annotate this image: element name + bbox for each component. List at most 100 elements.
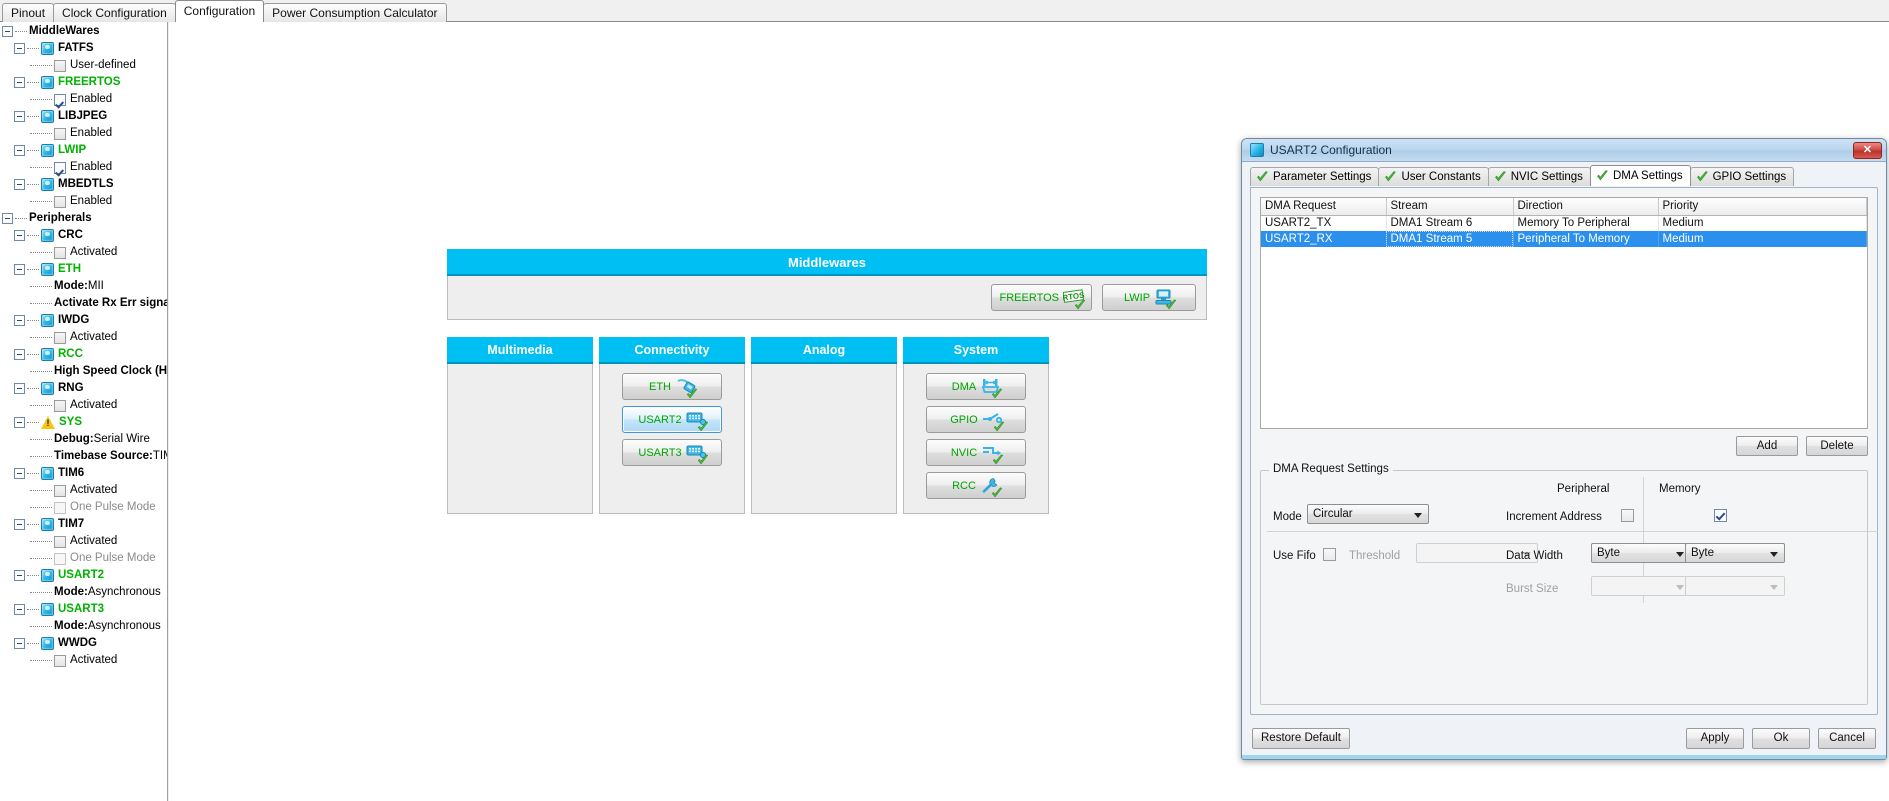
- table-cell[interactable]: DMA1 Stream 5: [1386, 231, 1514, 247]
- main-tab-configuration[interactable]: Configuration: [174, 0, 265, 22]
- tree-node[interactable]: FREERTOS: [0, 74, 167, 91]
- collapse-icon[interactable]: [2, 213, 13, 224]
- peripheral-button-nvic[interactable]: NVIC: [926, 439, 1026, 466]
- tree-node[interactable]: One Pulse Mode: [0, 499, 167, 516]
- burst-size-peripheral-select[interactable]: [1591, 576, 1691, 596]
- configuration-tree-panel[interactable]: MiddleWares FATFS User-defined FREERTOS Enab…: [0, 22, 168, 801]
- tree-node[interactable]: IWDG: [0, 312, 167, 329]
- tree-node[interactable]: Mode:Asynchronous: [0, 584, 167, 601]
- tree-node[interactable]: Enabled: [0, 193, 167, 210]
- collapse-icon[interactable]: [14, 264, 25, 275]
- main-tab-clock-configuration[interactable]: Clock Configuration: [53, 3, 176, 22]
- dma-request-table[interactable]: DMA Request Stream Direction Priority USART…: [1261, 198, 1867, 247]
- tree-node[interactable]: Enabled: [0, 91, 167, 108]
- tree-node[interactable]: Mode:Asynchronous: [0, 618, 167, 635]
- table-cell[interactable]: USART2_RX: [1261, 231, 1387, 247]
- dma-request-table-wrapper[interactable]: DMA Request Stream Direction Priority USART…: [1260, 197, 1868, 429]
- tree-node[interactable]: Activated: [0, 533, 167, 550]
- tree-node[interactable]: Activated: [0, 482, 167, 499]
- tree-node[interactable]: Activated: [0, 652, 167, 669]
- tree-checkbox[interactable]: [54, 93, 66, 106]
- tree-node[interactable]: Enabled: [0, 125, 167, 142]
- table-column-header[interactable]: Direction: [1513, 198, 1659, 216]
- tree-node[interactable]: MiddleWares: [0, 23, 167, 40]
- tree-node[interactable]: Activated: [0, 244, 167, 261]
- tree-checkbox[interactable]: [54, 535, 66, 548]
- data-width-peripheral-select[interactable]: Byte: [1591, 543, 1691, 563]
- dialog-tab-user-constants[interactable]: User Constants: [1378, 167, 1489, 186]
- tree-node[interactable]: CRC: [0, 227, 167, 244]
- middleware-button-lwip[interactable]: LWIP: [1102, 284, 1196, 311]
- use-fifo-checkbox[interactable]: [1323, 548, 1336, 561]
- table-row[interactable]: USART2_TX DMA1 Stream 6 Memory To Peripher…: [1261, 215, 1867, 231]
- tree-checkbox[interactable]: [54, 501, 66, 514]
- collapse-icon[interactable]: [14, 315, 25, 326]
- tree-node[interactable]: LWIP: [0, 142, 167, 159]
- peripheral-button-rcc[interactable]: RCC: [926, 472, 1026, 499]
- table-body[interactable]: USART2_TX DMA1 Stream 6 Memory To Peripher…: [1261, 215, 1867, 247]
- data-width-memory-select[interactable]: Byte: [1685, 543, 1785, 563]
- tree-node[interactable]: Activated: [0, 329, 167, 346]
- tree-node[interactable]: Timebase Source:TIM1: [0, 448, 167, 465]
- tree-node[interactable]: WWDG: [0, 635, 167, 652]
- collapse-icon[interactable]: [14, 111, 25, 122]
- table-column-header[interactable]: DMA Request: [1261, 198, 1387, 216]
- collapse-icon[interactable]: [14, 349, 25, 360]
- delete-button[interactable]: Delete: [1806, 436, 1868, 456]
- table-cell[interactable]: Memory To Peripheral: [1513, 215, 1659, 231]
- dialog-tab-nvic-settings[interactable]: NVIC Settings: [1487, 167, 1591, 186]
- table-row[interactable]: USART2_RX DMA1 Stream 5 Peripheral To Memo…: [1261, 231, 1867, 247]
- peripheral-button-usart2[interactable]: USART2: [622, 406, 722, 433]
- middleware-button-freertos[interactable]: FREERTOS RTOS: [990, 284, 1092, 311]
- collapse-icon[interactable]: [14, 604, 25, 615]
- tree-node[interactable]: FATFS: [0, 40, 167, 57]
- tree-node[interactable]: Activate Rx Err signal: Se: [0, 295, 167, 312]
- collapse-icon[interactable]: [14, 519, 25, 530]
- collapse-icon[interactable]: [14, 383, 25, 394]
- tree-node[interactable]: TIM6: [0, 465, 167, 482]
- tree-checkbox[interactable]: [54, 246, 66, 259]
- tree-node[interactable]: High Speed Clock (HSE):C: [0, 363, 167, 380]
- mode-select[interactable]: Circular: [1307, 504, 1429, 524]
- tree-checkbox[interactable]: [54, 654, 66, 667]
- dialog-tab-parameter-settings[interactable]: Parameter Settings: [1250, 167, 1380, 186]
- collapse-icon[interactable]: [14, 638, 25, 649]
- tree-checkbox[interactable]: [54, 195, 66, 208]
- main-tab-pinout[interactable]: Pinout: [2, 3, 55, 22]
- collapse-icon[interactable]: [14, 145, 25, 156]
- collapse-icon[interactable]: [14, 570, 25, 581]
- close-icon[interactable]: ✕: [1853, 142, 1882, 159]
- table-cell[interactable]: Peripheral To Memory: [1513, 231, 1659, 247]
- increment-address-peripheral-checkbox[interactable]: [1621, 509, 1634, 522]
- table-cell[interactable]: Medium: [1658, 231, 1867, 247]
- restore-default-button[interactable]: Restore Default: [1252, 728, 1350, 749]
- table-cell[interactable]: DMA1 Stream 6: [1386, 215, 1514, 231]
- tree-checkbox[interactable]: [54, 161, 66, 174]
- tree-node[interactable]: Mode:MII: [0, 278, 167, 295]
- peripheral-button-eth[interactable]: ETH: [622, 373, 722, 400]
- collapse-icon[interactable]: [14, 417, 25, 428]
- tree-node[interactable]: ETH: [0, 261, 167, 278]
- tree-node[interactable]: RNG: [0, 380, 167, 397]
- tree-node[interactable]: TIM7: [0, 516, 167, 533]
- tree-checkbox[interactable]: [54, 59, 66, 72]
- usart2-configuration-dialog[interactable]: USART2 Configuration ✕ Parameter Setting…: [1241, 138, 1887, 760]
- tree-node[interactable]: USART2: [0, 567, 167, 584]
- tree-checkbox[interactable]: [54, 127, 66, 140]
- apply-button[interactable]: Apply: [1686, 728, 1744, 749]
- burst-size-memory-select[interactable]: [1685, 576, 1785, 596]
- tree-node[interactable]: One Pulse Mode: [0, 550, 167, 567]
- tree-node[interactable]: Debug:Serial Wire: [0, 431, 167, 448]
- dialog-title-bar[interactable]: USART2 Configuration ✕: [1242, 139, 1886, 162]
- peripheral-button-gpio[interactable]: GPIO: [926, 406, 1026, 433]
- peripheral-button-dma[interactable]: DMA: [926, 373, 1026, 400]
- ok-button[interactable]: Ok: [1752, 728, 1810, 749]
- collapse-icon[interactable]: [14, 179, 25, 190]
- peripheral-button-usart3[interactable]: USART3: [622, 439, 722, 466]
- main-tab-power-consumption-calculator[interactable]: Power Consumption Calculator: [263, 3, 447, 22]
- tree-node[interactable]: Enabled: [0, 159, 167, 176]
- table-column-header[interactable]: Priority: [1658, 198, 1867, 216]
- collapse-icon[interactable]: [2, 26, 13, 37]
- table-cell[interactable]: Medium: [1658, 215, 1867, 231]
- cancel-button[interactable]: Cancel: [1818, 728, 1876, 749]
